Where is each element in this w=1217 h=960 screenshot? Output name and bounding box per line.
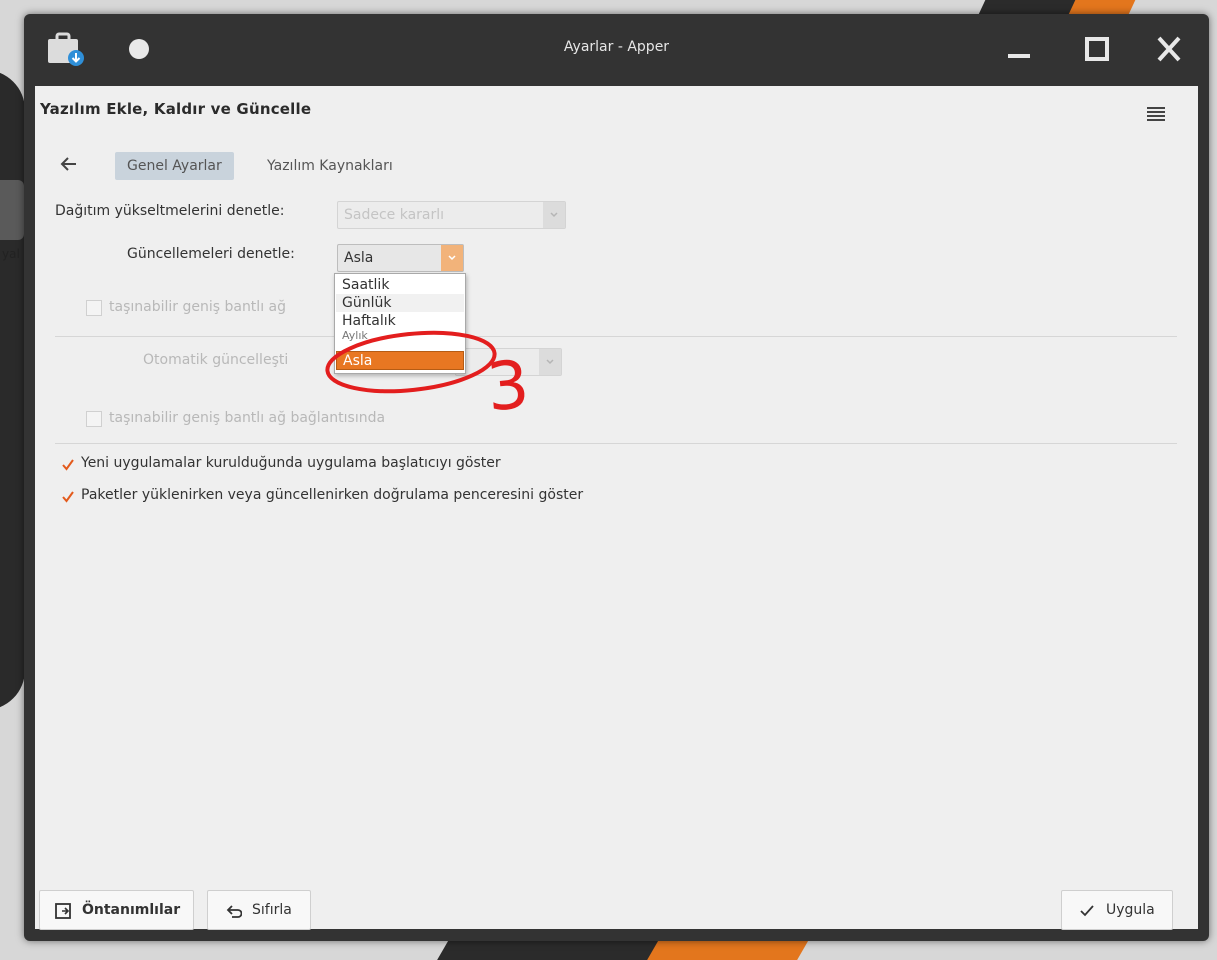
mobile-broadband-checkbox-1[interactable] (86, 300, 102, 316)
tab-software-sources[interactable]: Yazılım Kaynakları (267, 152, 393, 180)
checkmark-icon (1080, 905, 1094, 917)
undo-icon (226, 905, 242, 918)
dropdown-option[interactable]: Haftalık (336, 312, 464, 330)
dropdown-option[interactable]: Günlük (336, 294, 464, 312)
chevron-down-icon (543, 202, 565, 228)
check-updates-combo[interactable]: Asla (337, 244, 464, 272)
divider (55, 443, 1177, 444)
defaults-button-label: Öntanımlılar (82, 902, 181, 918)
check-updates-value: Asla (344, 250, 374, 266)
distribution-upgrades-value: Sadece kararlı (344, 207, 445, 223)
dropdown-option[interactable]: Aylık (336, 330, 464, 342)
title-bar[interactable]: Ayarlar - Apper (24, 14, 1209, 84)
chevron-down-icon (539, 349, 561, 375)
auto-updates-label: Otomatik güncelleşti (143, 352, 289, 368)
update-frequency-dropdown-list: Saatlik Günlük Haftalık Aylık Asla (334, 273, 466, 374)
close-icon[interactable] (1152, 34, 1186, 64)
apply-button-label: Uygula (1106, 902, 1155, 918)
chevron-down-icon (441, 245, 463, 271)
checkmark-icon[interactable] (61, 490, 75, 504)
show-confirm-label[interactable]: Paketler yüklenirken veya güncellenirken… (81, 487, 583, 503)
background-window-label: yal (2, 247, 20, 261)
settings-window: Ayarlar - Apper Yazılım Ekle, Kaldır ve … (24, 14, 1209, 941)
background-window-edge (0, 70, 25, 710)
distribution-upgrades-label: Dağıtım yükseltmelerini denetle: (55, 203, 285, 219)
restore-defaults-icon (55, 903, 71, 919)
divider (55, 336, 1177, 337)
maximize-icon[interactable] (1080, 34, 1114, 64)
minimize-icon[interactable] (1002, 34, 1036, 64)
auto-updates-combo[interactable] (455, 348, 562, 376)
reset-button-label: Sıfırla (252, 902, 292, 918)
distribution-upgrades-combo[interactable]: Sadece kararlı (337, 201, 566, 229)
dropdown-option[interactable]: Saatlik (336, 276, 464, 294)
show-launcher-label[interactable]: Yeni uygulamalar kurulduğunda uygulama b… (81, 455, 501, 471)
mobile-broadband-label-2: taşınabilir geniş bantlı ağ bağlantısınd… (109, 410, 386, 426)
back-arrow-icon[interactable] (55, 152, 83, 176)
mobile-broadband-label-1: taşınabilir geniş bantlı ağ (109, 299, 286, 315)
apply-button[interactable]: Uygula (1061, 890, 1173, 930)
settings-content: Yazılım Ekle, Kaldır ve Güncelle Genel A… (35, 86, 1198, 930)
background-window-tab (0, 180, 24, 240)
page-title: Yazılım Ekle, Kaldır ve Güncelle (40, 100, 312, 118)
dropdown-option-selected[interactable]: Asla (336, 351, 464, 370)
check-updates-label: Güncellemeleri denetle: (127, 246, 295, 262)
tab-general-settings[interactable]: Genel Ayarlar (115, 152, 234, 180)
hamburger-menu-icon[interactable] (1147, 106, 1165, 122)
mobile-broadband-checkbox-2[interactable] (86, 411, 102, 427)
checkmark-icon[interactable] (61, 458, 75, 472)
defaults-button[interactable]: Öntanımlılar (39, 890, 194, 930)
reset-button[interactable]: Sıfırla (207, 890, 311, 930)
